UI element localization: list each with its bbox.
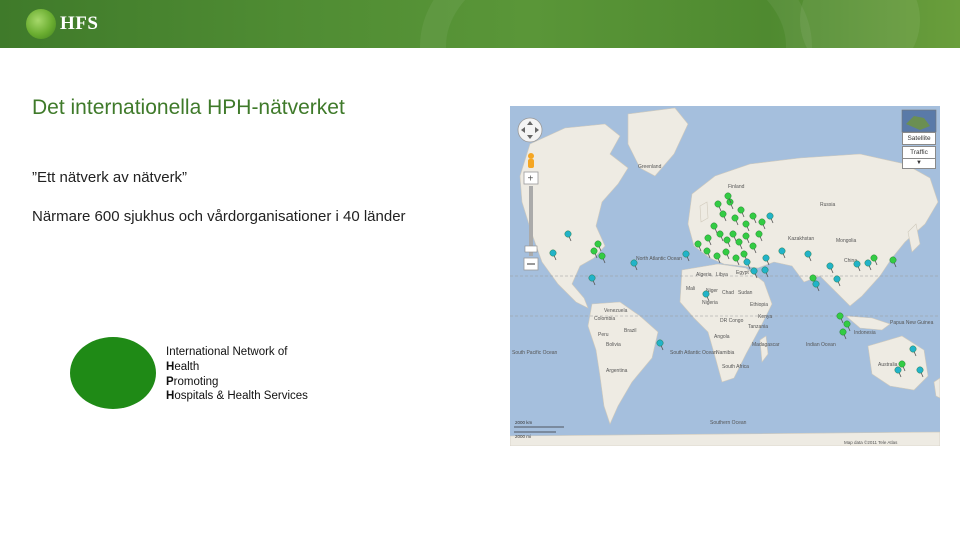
hph-logo-line: Hospitals & Health Services <box>166 390 308 403</box>
map-scale-mi: 2000 mi <box>515 434 531 439</box>
map-label: Kazakhstan <box>788 236 814 242</box>
zoom-slider-handle <box>524 245 538 253</box>
map-pin-icon[interactable] <box>630 259 638 271</box>
map-label: Angola <box>714 334 730 340</box>
map-label: Libya <box>716 272 728 278</box>
map-pin-icon[interactable] <box>836 312 844 324</box>
map-pin-icon[interactable] <box>812 280 820 292</box>
map-label: North Atlantic Ocean <box>636 256 682 262</box>
hph-logo-disc-icon <box>70 337 156 409</box>
map-pin-icon[interactable] <box>761 266 769 278</box>
map-label: South Africa <box>722 364 749 370</box>
hph-logo-line: International Network of <box>166 346 288 358</box>
map-label: Egypt <box>736 270 749 276</box>
svg-text:+: + <box>528 174 534 185</box>
hfs-logo-text: HFS <box>60 13 99 34</box>
hfs-logo: HFS <box>26 8 98 40</box>
map-pin-icon[interactable] <box>656 339 664 351</box>
uk-land <box>699 201 709 223</box>
map-label: Russia <box>820 202 836 208</box>
map-pin-icon[interactable] <box>598 252 606 264</box>
map-label: Southern Ocean <box>710 420 747 426</box>
map-label: Indonesia <box>854 330 876 336</box>
slide-text-line: ”Ett nätverk av nätverk” <box>32 169 188 186</box>
map-label: Indian Ocean <box>806 342 836 348</box>
map-label: Sudan <box>738 290 753 296</box>
madagascar-land <box>759 335 769 363</box>
map-label: Peru <box>598 332 609 338</box>
map-pin-icon[interactable] <box>713 252 721 264</box>
map-label: Madagascar <box>752 342 780 348</box>
new-zealand-land <box>933 377 940 399</box>
map-label: Algeria <box>696 272 712 278</box>
map-label: Finland <box>728 184 745 190</box>
map-label: Greenland <box>638 164 662 170</box>
map-label: Tanzania <box>748 324 768 330</box>
slide-text-line: Närmare 600 sjukhus och vårdorganisation… <box>32 208 406 225</box>
map-label: Venezuela <box>604 308 628 314</box>
hph-logo-line: Health <box>166 360 200 373</box>
banner-decoration <box>800 0 920 48</box>
hph-logo-text: International Network of Health Promotin… <box>166 345 308 404</box>
more-dropdown-chevron-icon[interactable]: ▼ <box>902 158 936 169</box>
banner-decoration <box>420 0 812 48</box>
map-label: Kenya <box>758 314 772 320</box>
map-scale-km: 2000 km <box>515 420 533 425</box>
slide-title: Det internationella HPH-nätverket <box>32 96 345 119</box>
map-pan-control[interactable] <box>517 117 543 143</box>
map-label: South Pacific Ocean <box>512 350 558 356</box>
world-map[interactable]: Greenland Finland Russia Kazakhstan Mong… <box>510 106 940 446</box>
map-label: Papua New Guinea <box>890 320 934 326</box>
hfs-logo-icon <box>26 9 56 39</box>
map-pin-icon[interactable] <box>682 250 690 262</box>
map-label: Australia <box>878 362 898 368</box>
north-america-land <box>519 123 629 309</box>
map-label: Chad <box>722 290 734 296</box>
indonesia-land <box>845 315 891 331</box>
map-pin-icon[interactable] <box>743 258 751 270</box>
australia-land <box>867 335 929 391</box>
satellite-button[interactable]: Satellite <box>902 132 936 145</box>
map-label: South Atlantic Ocean <box>670 350 717 356</box>
world-map-canvas: Greenland Finland Russia Kazakhstan Mong… <box>510 107 940 446</box>
map-label: Mongolia <box>836 238 857 244</box>
map-label: Argentina <box>606 368 628 374</box>
map-pin-icon[interactable] <box>889 256 897 268</box>
map-label: DR Congo <box>720 318 744 324</box>
map-label: Mali <box>686 286 695 292</box>
map-pin-icon[interactable] <box>839 328 847 340</box>
map-label: Bolivia <box>606 342 621 348</box>
map-attribution: Map data ©2011 Tele Atlas <box>844 439 898 445</box>
map-label: Ethiopia <box>750 302 768 308</box>
pegman-icon[interactable] <box>528 153 534 168</box>
map-label: Brazil <box>624 328 637 334</box>
map-label: Nigeria <box>702 300 718 306</box>
map-pin-icon[interactable] <box>588 274 596 286</box>
hph-logo-line: Promoting <box>166 375 219 388</box>
map-label: Namibia <box>716 350 735 356</box>
header-banner: HFS <box>0 0 960 48</box>
map-pin-icon[interactable] <box>703 247 711 259</box>
map-pin-icon[interactable] <box>694 240 702 252</box>
map-label: Colombia <box>594 316 615 322</box>
